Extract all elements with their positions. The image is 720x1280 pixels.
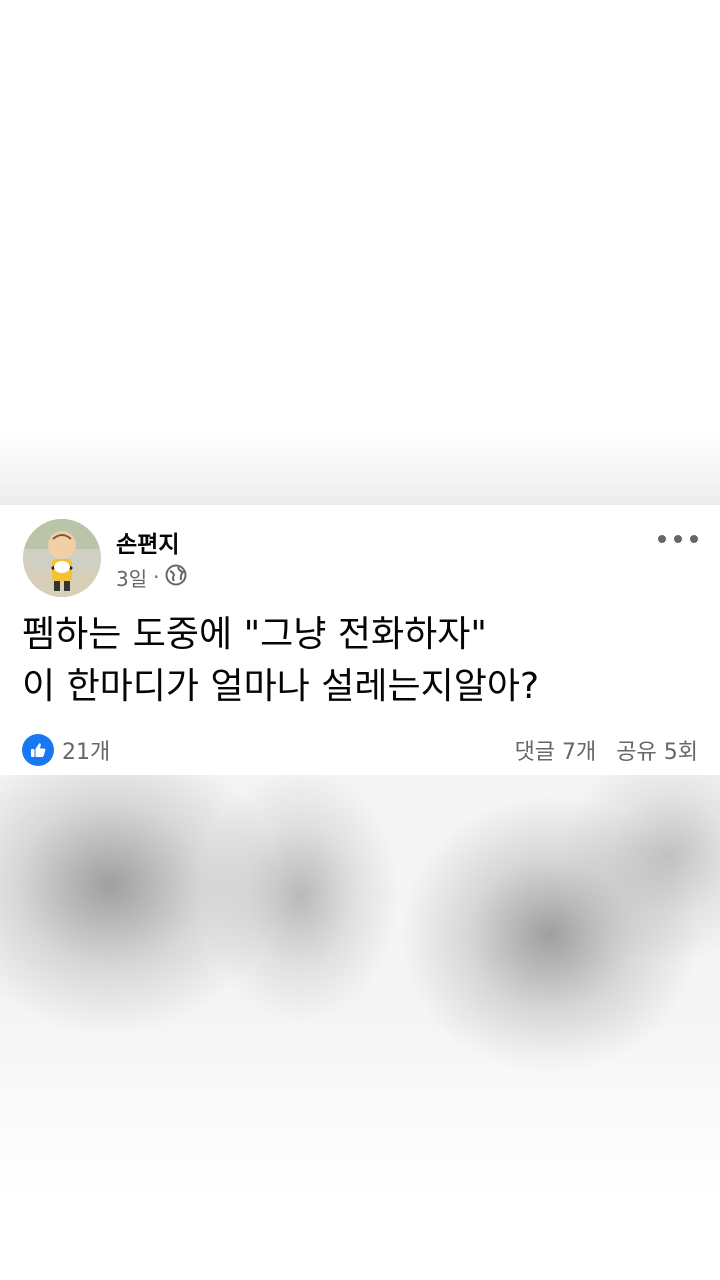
blurred-background-bottom	[0, 775, 720, 1280]
blurred-background-top	[0, 0, 720, 505]
comment-count[interactable]: 댓글 7개	[515, 734, 597, 766]
post-text-line: 이 한마디가 얼마나 설레는지알아?	[22, 666, 540, 707]
share-count[interactable]: 공유 5회	[616, 734, 698, 766]
post-text: 펨하는 도중에 "그냥 전화하자" 이 한마디가 얼마나 설레는지알아?	[22, 609, 702, 713]
avatar[interactable]	[23, 519, 101, 597]
post-stats: 21개 댓글 7개 공유 5회	[22, 731, 698, 769]
post-text-line: 펨하는 도중에 "그냥 전화하자"	[22, 614, 487, 655]
bottom-fade	[0, 1020, 720, 1280]
like-icon	[22, 734, 54, 766]
meta-separator: ·	[153, 565, 160, 589]
author-name[interactable]: 손편지	[116, 525, 179, 559]
blur-shape	[200, 775, 400, 1025]
post-time[interactable]: 3일	[116, 563, 147, 592]
engagement-counts: 댓글 7개 공유 5회	[515, 734, 698, 766]
more-dots-icon	[658, 535, 666, 543]
globe-icon	[165, 564, 187, 591]
post-meta: 3일 ·	[116, 563, 187, 591]
reaction-count: 21개	[62, 740, 111, 765]
more-options-button[interactable]	[658, 525, 698, 553]
post-card: 손편지 3일 · 펨하는 도중에 "그냥 전화하자" 이 한마디가 얼마나 설레…	[0, 505, 720, 775]
reaction-summary[interactable]: 21개	[22, 734, 110, 766]
